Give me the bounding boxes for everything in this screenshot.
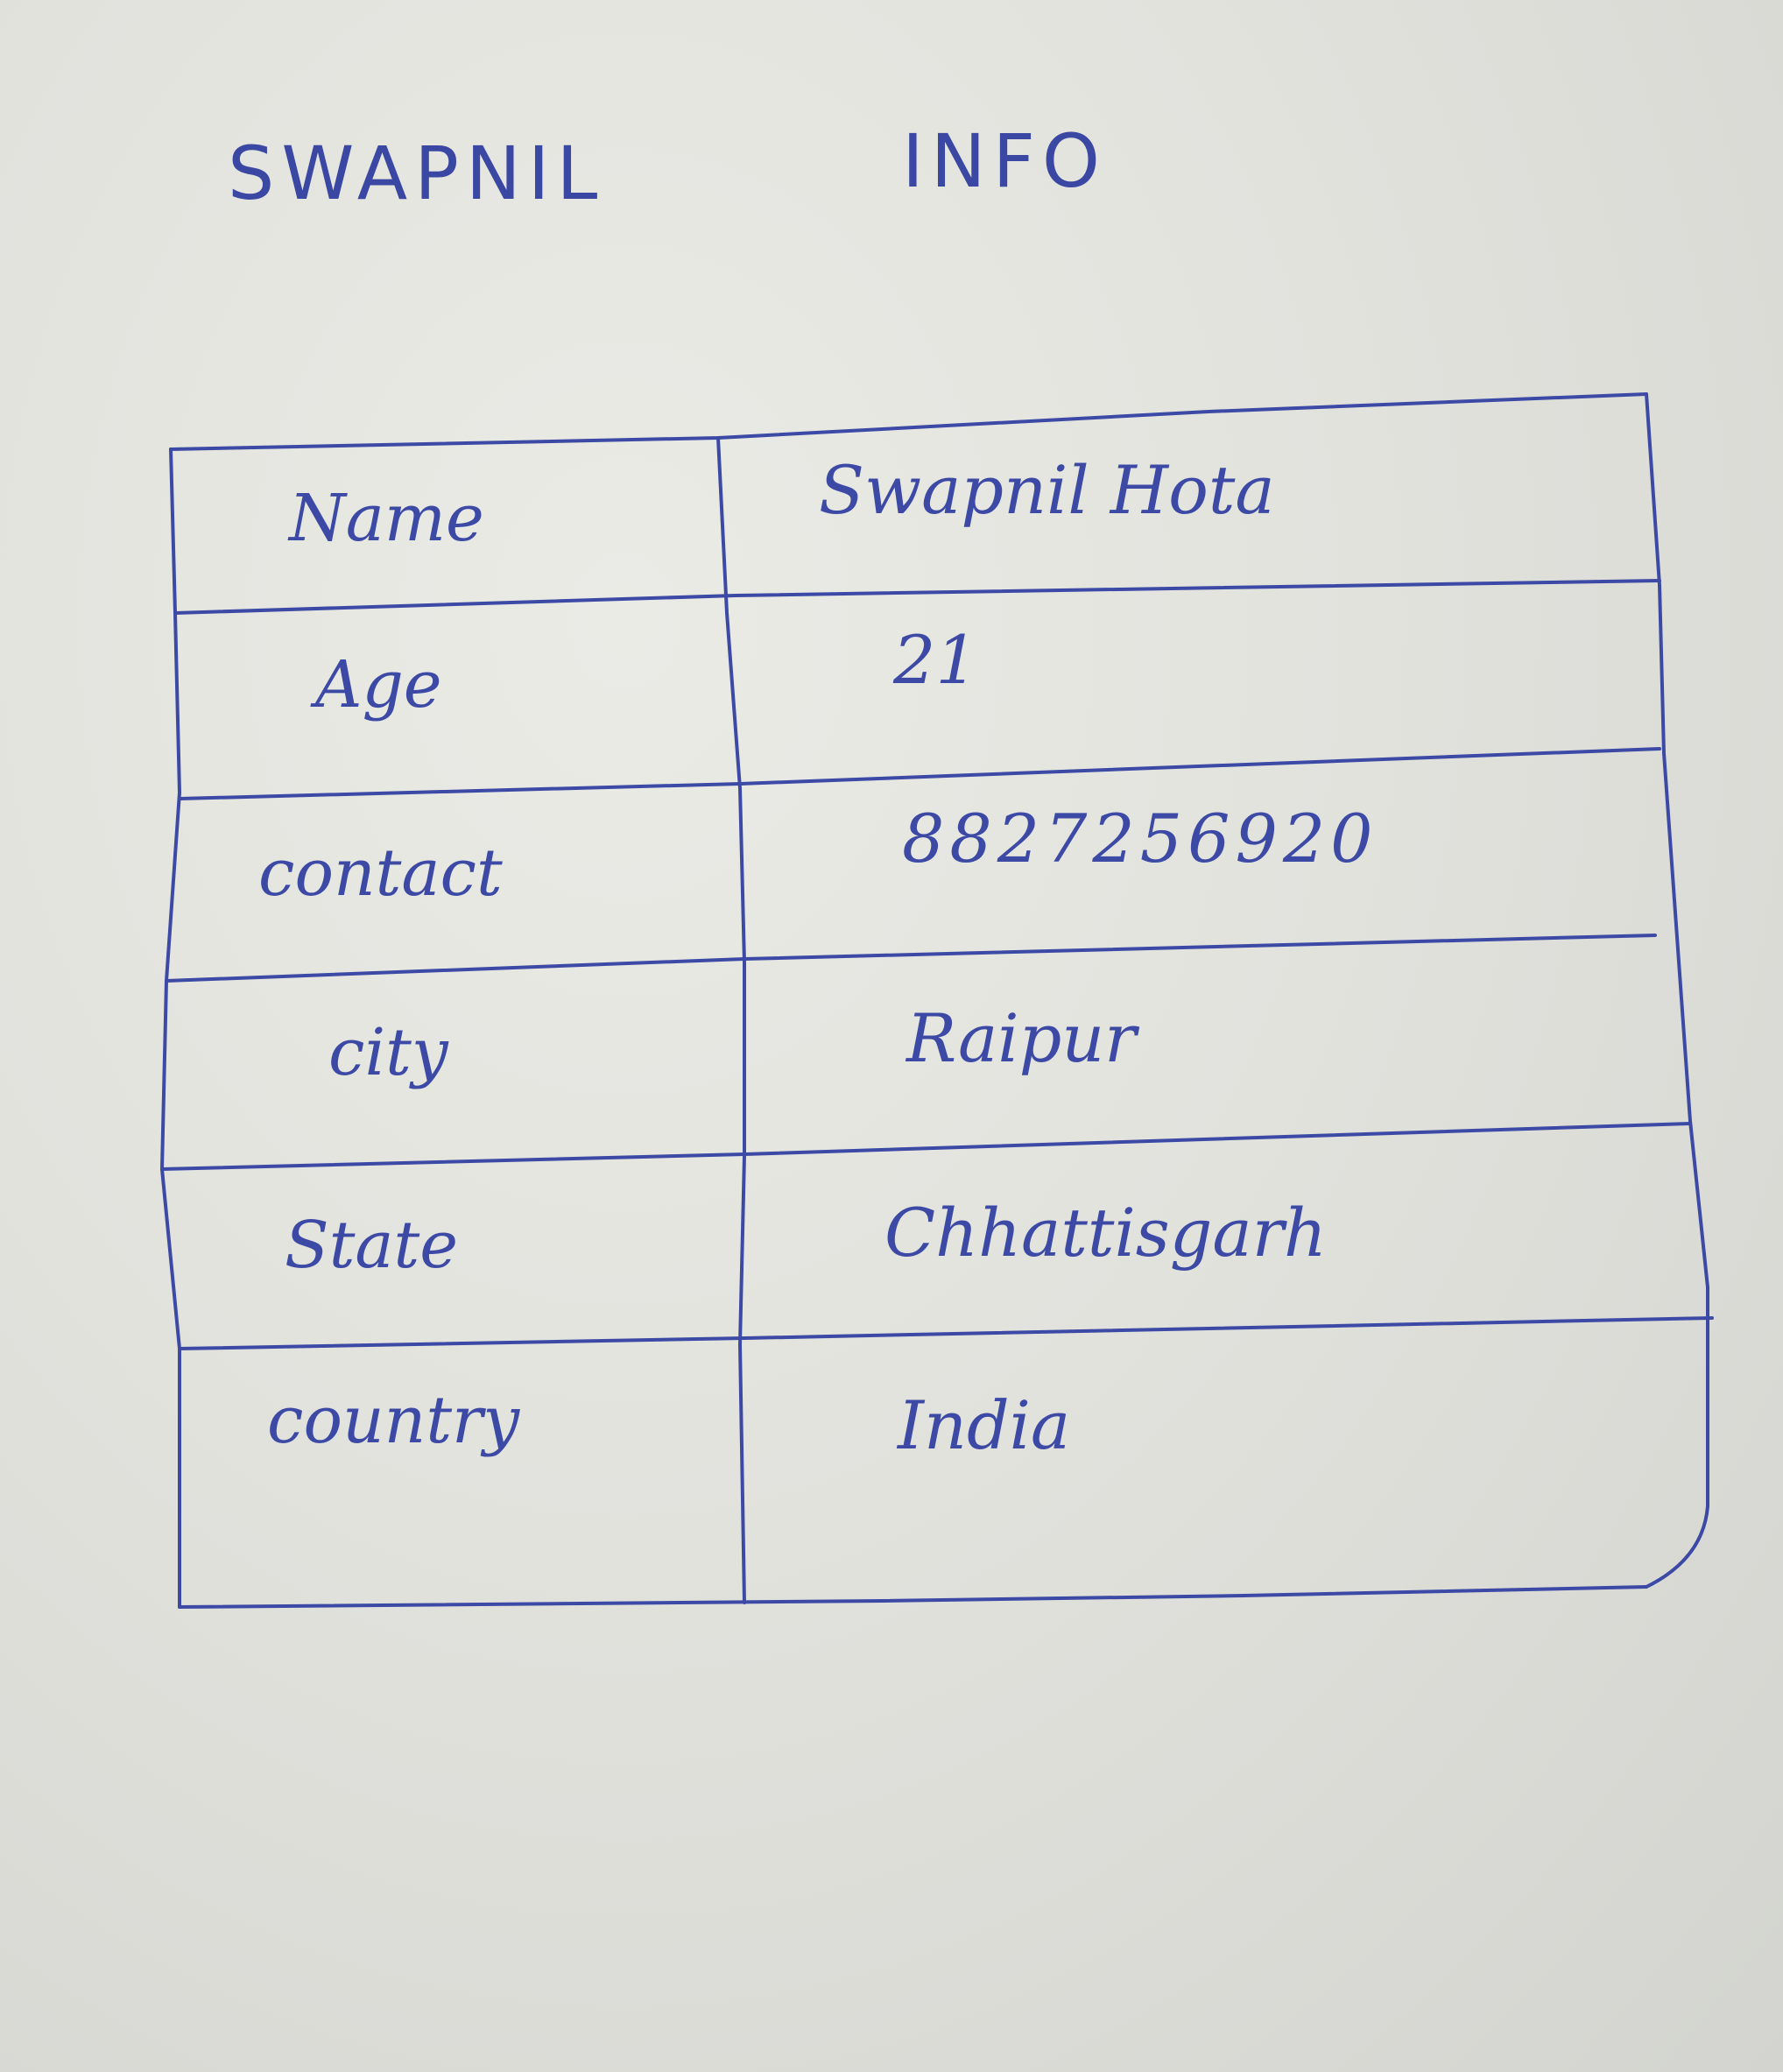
table-border-bottom bbox=[178, 1585, 1648, 1609]
row-state-label: State bbox=[285, 1208, 459, 1283]
row-separator-5 bbox=[178, 1316, 1714, 1350]
table-border-left bbox=[160, 448, 181, 1609]
row-country-label: country bbox=[267, 1383, 520, 1458]
row-state-value: Chhattisgarh bbox=[884, 1194, 1327, 1272]
row-separator-2 bbox=[178, 747, 1661, 800]
row-city-label: city bbox=[328, 1015, 448, 1090]
row-contact-value: 8827256920 bbox=[902, 800, 1378, 877]
table-divider-vertical bbox=[716, 436, 746, 1604]
row-age-value: 21 bbox=[893, 621, 978, 699]
row-separator-4 bbox=[160, 1122, 1692, 1171]
row-contact-label: contact bbox=[258, 835, 503, 911]
table-border-top bbox=[169, 392, 1648, 451]
row-name-label: Name bbox=[289, 481, 484, 556]
row-country-value: India bbox=[898, 1386, 1071, 1464]
hand-drawn-table-grid bbox=[160, 392, 1714, 1609]
row-separator-1 bbox=[173, 579, 1661, 615]
row-city-value: Raipur bbox=[906, 999, 1137, 1077]
row-separator-3 bbox=[165, 934, 1657, 983]
table-border-right bbox=[1645, 392, 1709, 1589]
row-name-value: Swapnil Hota bbox=[819, 451, 1275, 529]
row-age-label: Age bbox=[315, 647, 442, 722]
paper-sheet: SWAPNIL INFO Name Swapnil Hota Age 21 co… bbox=[0, 0, 1783, 2072]
